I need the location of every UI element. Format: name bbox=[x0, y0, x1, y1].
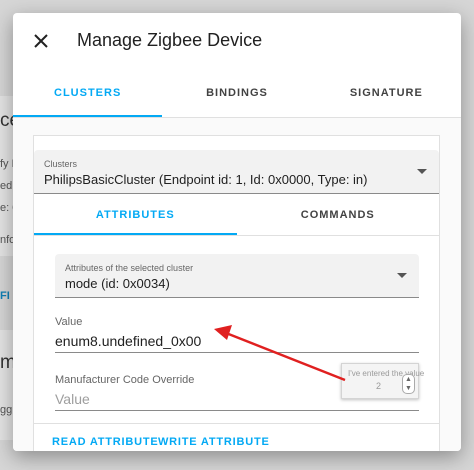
value-field-label: Value bbox=[55, 316, 83, 328]
attributes-select[interactable]: Attributes of the selected cluster mode … bbox=[55, 254, 419, 298]
chevron-down-icon bbox=[397, 273, 407, 278]
background-text: ed bbox=[0, 180, 13, 192]
annotation-note: I've entered the value 2 ▲ ▼ bbox=[341, 363, 424, 399]
close-icon bbox=[34, 34, 48, 48]
subtabs-divider bbox=[34, 235, 439, 236]
clusters-select-label: Clusters bbox=[44, 159, 78, 169]
dialog-tabs: CLUSTERS BINDINGS SIGNATURE bbox=[13, 69, 461, 117]
chevron-down-icon bbox=[417, 169, 427, 174]
annotation-value: 2 bbox=[376, 381, 382, 391]
actions-divider bbox=[34, 423, 439, 424]
tab-clusters[interactable]: CLUSTERS bbox=[13, 69, 163, 117]
write-attribute-button[interactable]: WRITE ATTRIBUTE bbox=[158, 436, 270, 448]
tab-attributes[interactable]: ATTRIBUTES bbox=[34, 195, 237, 235]
close-button[interactable] bbox=[29, 29, 53, 53]
manufacturer-code-label: Manufacturer Code Override bbox=[55, 374, 195, 386]
tab-signature[interactable]: SIGNATURE bbox=[312, 69, 461, 117]
cluster-card: Clusters PhilipsBasicCluster (Endpoint i… bbox=[33, 135, 440, 451]
attributes-select-label: Attributes of the selected cluster bbox=[65, 263, 194, 273]
clusters-select-value: PhilipsBasicCluster (Endpoint id: 1, Id:… bbox=[44, 172, 368, 187]
background-text: FI bbox=[0, 290, 10, 302]
dialog-header: Manage Zigbee Device bbox=[13, 13, 461, 69]
tab-commands[interactable]: COMMANDS bbox=[237, 195, 440, 235]
value-input[interactable]: enum8.undefined_0x00 bbox=[55, 331, 419, 353]
read-attribute-button[interactable]: READ ATTRIBUTE bbox=[52, 436, 159, 448]
cluster-subtabs: ATTRIBUTES COMMANDS bbox=[34, 195, 439, 235]
dialog-title: Manage Zigbee Device bbox=[77, 30, 263, 50]
tab-bindings[interactable]: BINDINGS bbox=[162, 69, 311, 117]
clusters-select[interactable]: Clusters PhilipsBasicCluster (Endpoint i… bbox=[34, 150, 439, 194]
attributes-select-value: mode (id: 0x0034) bbox=[65, 276, 170, 291]
spinner-icon: ▲ ▼ bbox=[402, 374, 415, 394]
value-field[interactable]: Value enum8.undefined_0x00 bbox=[55, 316, 419, 356]
